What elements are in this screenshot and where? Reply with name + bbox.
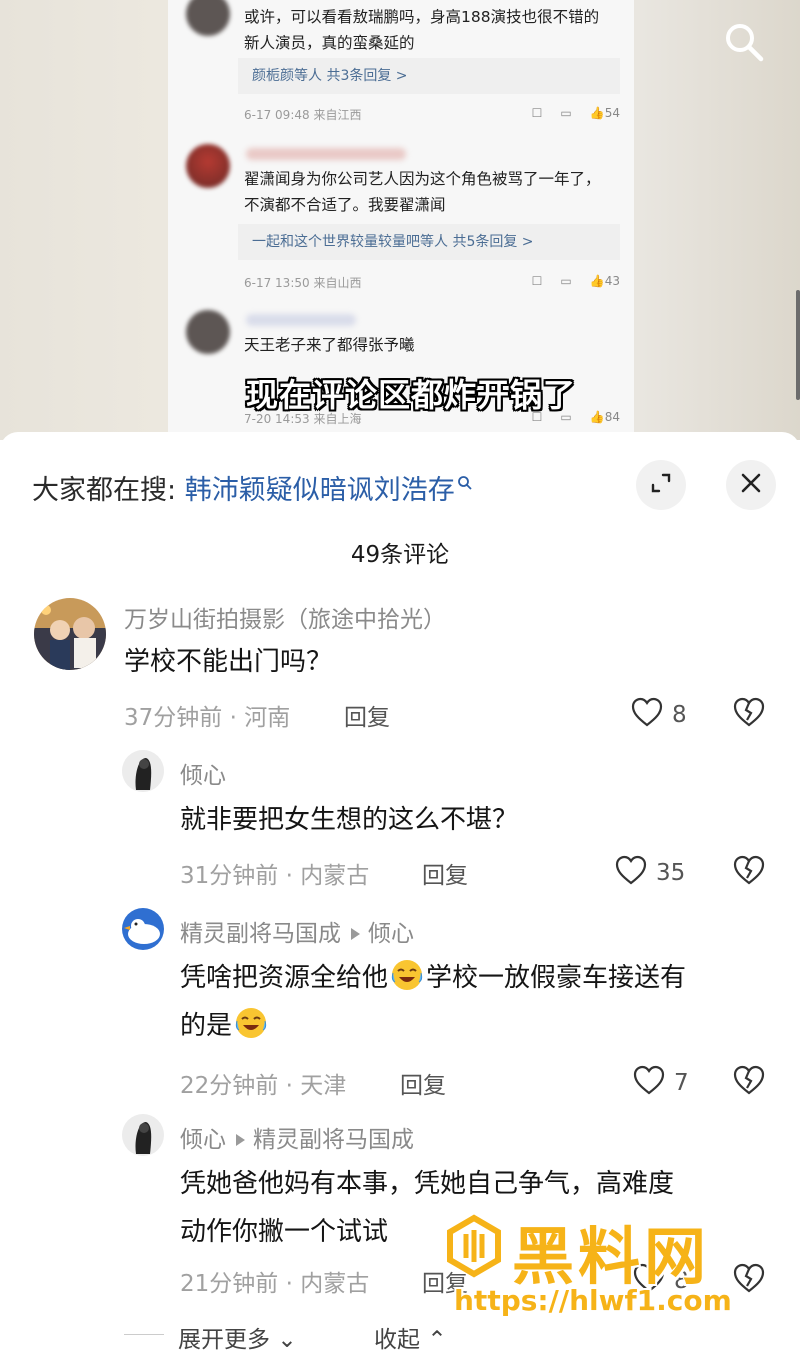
expand-icon — [649, 471, 673, 499]
reply-arrow-icon — [351, 927, 360, 940]
reply-button[interactable]: 回复 — [422, 856, 468, 890]
reply-button[interactable]: 回复 — [400, 1066, 446, 1100]
broken-heart-icon — [732, 697, 766, 732]
comment-username[interactable]: 倾心 — [180, 756, 226, 790]
video-comment-meta: 6-17 09:48 来自江西 — [244, 108, 362, 122]
reply-arrow-icon — [236, 1133, 245, 1146]
like-count: 👍54 — [589, 106, 620, 120]
like-button[interactable]: 7 — [632, 1064, 689, 1102]
avatar — [186, 144, 230, 188]
dislike-button[interactable] — [732, 1064, 766, 1100]
like-button[interactable]: 8 — [630, 696, 687, 734]
like-count: 7 — [674, 1070, 689, 1096]
laughing-crying-emoji-icon — [390, 958, 424, 992]
video-reply-summary: 颜栀颜等人 共3条回复 > — [238, 58, 620, 94]
comment-count: 49条评论 — [350, 542, 450, 568]
trending-label: 大家都在搜: — [32, 475, 177, 506]
comment-text: 凭啥把资源全给他 学校一放假豪车接送有 的是 — [180, 954, 780, 1050]
like-button[interactable]: 35 — [614, 854, 685, 892]
avatar[interactable] — [122, 750, 164, 792]
heart-icon — [614, 854, 648, 892]
comment-time-location: 21分钟前 · 内蒙古 — [180, 1271, 370, 1297]
watermark: 黑料网 https://hlwf1.com — [436, 1206, 776, 1326]
video-comment-meta: 6-17 13:50 来自山西 — [244, 276, 362, 290]
broken-heart-icon — [732, 1065, 766, 1100]
reply-button[interactable]: 回复 — [344, 698, 390, 732]
comment-time-location: 37分钟前 · 河南 — [124, 705, 291, 731]
comment-text: 就非要把女生想的这么不堪？ — [180, 805, 519, 835]
avatar[interactable] — [34, 598, 106, 670]
comment-time-location: 22分钟前 · 天津 — [180, 1073, 347, 1099]
avatar — [186, 310, 230, 354]
video-comment-text: 天王老子来了都得张予曦 — [244, 336, 415, 354]
scrollbar — [796, 290, 800, 400]
video-player[interactable]: 或许，可以看看敖瑞鹏吗，身高188演技也很不错的新人演员，真的蛮桑延的 颜栀颜等… — [0, 0, 800, 440]
thumbs-up-icon: 👍 — [589, 274, 605, 288]
comment-username[interactable]: 万岁山街拍摄影（旅途中拾光） — [124, 600, 446, 634]
comment-time-location: 31分钟前 · 内蒙古 — [180, 863, 370, 889]
thumbs-up-icon: 👍 — [589, 106, 605, 120]
heart-icon — [630, 696, 664, 734]
chevron-down-icon: ⌄ — [277, 1327, 297, 1352]
share-icon: ☐ — [531, 106, 543, 120]
dislike-button[interactable] — [732, 696, 766, 732]
expand-button[interactable] — [636, 460, 686, 510]
search-icon — [457, 467, 473, 490]
comment-text: 学校不能出门吗？ — [124, 647, 333, 677]
comment-icon: ▭ — [560, 106, 572, 120]
avatar[interactable] — [122, 908, 164, 950]
trending-search[interactable]: 大家都在搜: 韩沛颖疑似暗讽刘浩存 — [32, 467, 473, 507]
reply-to-username[interactable]: 倾心 — [368, 921, 414, 947]
comment-username[interactable]: 精灵副将马国成 倾心 — [180, 914, 414, 948]
reply-to-username[interactable]: 精灵副将马国成 — [253, 1127, 414, 1153]
expand-more-button[interactable]: 展开更多 ⌄ — [178, 1320, 297, 1352]
thumbs-up-icon: 👍 — [589, 410, 605, 424]
trending-query-link[interactable]: 韩沛颖疑似暗讽刘浩存 — [185, 475, 455, 506]
like-count: 35 — [656, 860, 686, 886]
watermark-logo-icon — [447, 1214, 501, 1278]
video-comment-text: 或许，可以看看敖瑞鹏吗，身高188演技也很不错的新人演员，真的蛮桑延的 — [244, 8, 600, 52]
watermark-url: https://hlwf1.com — [454, 1284, 732, 1317]
broken-heart-icon — [732, 855, 766, 890]
comment-icon: ▭ — [560, 274, 572, 288]
watermark-title: 黑料网 — [512, 1220, 711, 1293]
comment-username[interactable]: 倾心 精灵副将马国成 — [180, 1120, 414, 1154]
like-count: 👍43 — [589, 274, 620, 288]
close-button[interactable] — [726, 460, 776, 510]
chevron-up-icon: ⌃ — [427, 1327, 447, 1352]
close-icon — [739, 471, 763, 499]
heart-icon — [632, 1064, 666, 1102]
video-reply-summary: 一起和这个世界较量较量吧等人 共5条回复 > — [238, 224, 620, 260]
video-comment-text: 翟潇闻身为你公司艺人因为这个角色被骂了一年了，不演都不合适了。我要翟潇闻 — [244, 170, 601, 214]
like-count: 👍84 — [589, 410, 620, 424]
divider — [124, 1334, 164, 1335]
avatar — [186, 0, 230, 36]
dislike-button[interactable] — [732, 854, 766, 890]
share-icon: ☐ — [531, 274, 543, 288]
search-icon[interactable] — [722, 20, 766, 64]
avatar[interactable] — [122, 1114, 164, 1156]
video-subtitle: 现在评论区都炸开锅了 — [246, 376, 577, 414]
like-count: 8 — [672, 702, 687, 728]
laughing-crying-emoji-icon — [234, 1006, 268, 1040]
